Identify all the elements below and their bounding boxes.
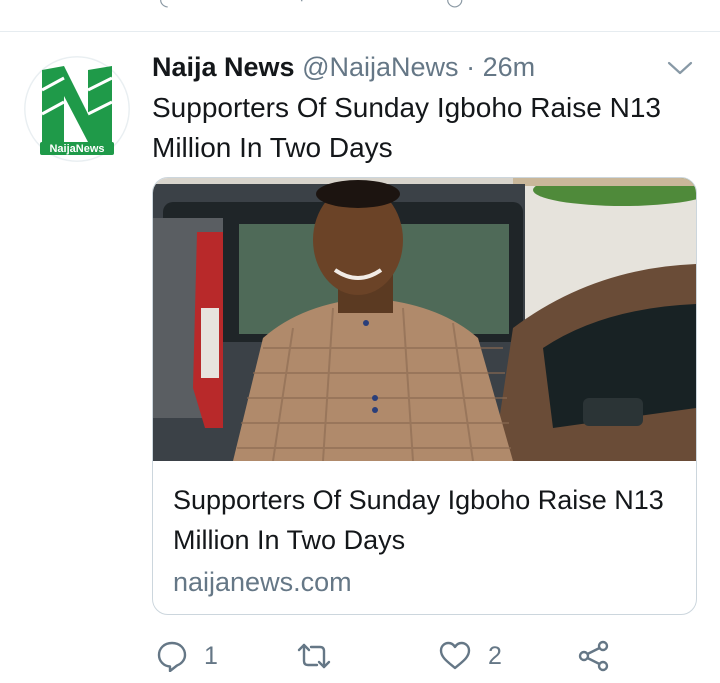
reply-count: 1	[204, 641, 218, 670]
speech-bubble-icon	[157, 641, 187, 672]
like-button[interactable]: 2	[438, 636, 502, 676]
share-icon	[578, 640, 609, 672]
timestamp[interactable]: 26m	[483, 52, 536, 82]
tweet-actions: 1 2	[152, 636, 692, 676]
tweet-text: Supporters Of Sunday Igboho Raise N13 Mi…	[152, 92, 661, 163]
card-domain[interactable]: naijanews.com	[173, 562, 678, 602]
link-card[interactable]: Supporters Of Sunday Igboho Raise N13 Mi…	[152, 177, 697, 615]
reply-button[interactable]: 1	[156, 636, 218, 676]
card-body: Supporters Of Sunday Igboho Raise N13 Mi…	[173, 480, 678, 602]
previous-tweet-actions: ◟ ⌐ ◡ ◠	[0, 0, 720, 11]
like-count: 2	[488, 641, 502, 670]
tweet-divider	[0, 31, 720, 32]
card-title[interactable]: Supporters Of Sunday Igboho Raise N13 Mi…	[173, 480, 678, 560]
card-image	[153, 178, 696, 461]
reply-icon[interactable]: ◟	[160, 0, 168, 11]
avatar[interactable]: NaijaNews	[24, 56, 130, 162]
heart-icon[interactable]: ◡	[446, 0, 463, 11]
share-button[interactable]	[578, 636, 610, 676]
chevron-down-icon[interactable]	[666, 58, 694, 78]
share-icon[interactable]: ◠	[592, 0, 609, 11]
display-name[interactable]: Naija News	[152, 52, 295, 82]
handle[interactable]: @NaijaNews	[302, 52, 458, 82]
retweet-icon[interactable]: ⌐	[300, 0, 312, 9]
separator: ·	[466, 52, 476, 82]
retweet-button[interactable]	[296, 636, 348, 676]
naija-news-logo-icon: NaijaNews	[24, 56, 130, 162]
retweet-icon	[297, 643, 331, 669]
logo-wordmark: NaijaNews	[49, 143, 104, 155]
tweet-header: Naija News @NaijaNews · 26m	[152, 52, 535, 83]
heart-icon	[439, 641, 471, 670]
